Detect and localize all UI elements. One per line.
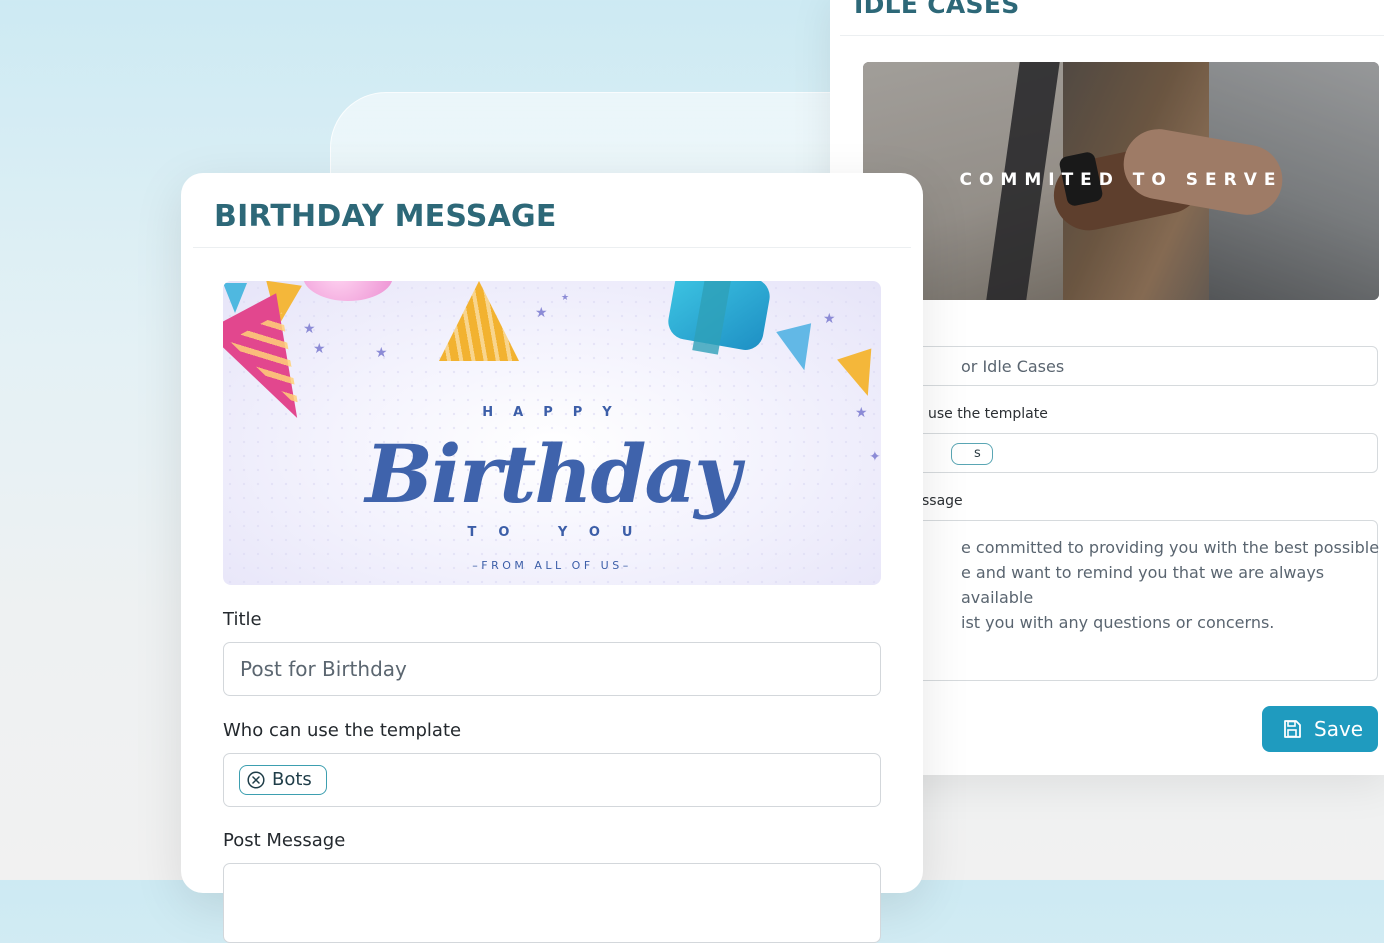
divider <box>840 35 1384 36</box>
banner-from-text: –FROM ALL OF US– <box>472 559 632 572</box>
save-button[interactable]: Save <box>1262 706 1378 752</box>
save-icon <box>1284 720 1301 738</box>
idle-chip[interactable]: s <box>951 443 993 465</box>
post-message-textarea[interactable] <box>223 863 881 943</box>
title-label: Title <box>223 609 262 630</box>
close-circle-icon[interactable] <box>247 771 265 789</box>
title-input[interactable]: Post for Birthday <box>223 642 881 696</box>
bots-chip-label: Bots <box>272 769 312 790</box>
handshake-image: COMMITED TO SERVE <box>863 62 1379 300</box>
post-message-label: Post Message <box>223 830 346 851</box>
idle-message-value: e committed to providing you with the be… <box>961 538 1380 632</box>
idle-who-label: use the template <box>928 406 1048 422</box>
birthday-banner-image: ★ ★ ★ ★ ★ ★ ★ ✦ HAPPY Birthday TO YOU –F… <box>223 281 881 585</box>
idle-who-input[interactable]: s <box>880 433 1378 473</box>
photo-caption: COMMITED TO SERVE <box>959 170 1283 190</box>
banner-birthday-text: Birthday <box>365 427 741 521</box>
divider <box>193 247 911 248</box>
banner-happy-text: HAPPY <box>482 405 632 420</box>
who-can-use-input[interactable]: Bots <box>223 753 881 807</box>
banner-to-you-text: TO YOU <box>467 525 655 540</box>
idle-message-label: ssage <box>922 493 963 509</box>
birthday-message-card: BIRTHDAY MESSAGE ★ ★ ★ ★ ★ ★ ★ ✦ HAPPY B… <box>181 173 923 943</box>
title-input-value: Post for Birthday <box>240 657 407 681</box>
idle-cases-title: IDLE CASES <box>854 0 1020 19</box>
idle-message-textarea[interactable]: e committed to providing you with the be… <box>880 520 1379 681</box>
bots-chip[interactable]: Bots <box>239 765 327 795</box>
idle-title-input[interactable]: or Idle Cases <box>880 346 1378 386</box>
birthday-message-title: BIRTHDAY MESSAGE <box>214 199 557 234</box>
who-can-use-label: Who can use the template <box>223 720 462 741</box>
save-button-label: Save <box>1314 717 1364 741</box>
idle-title-value: or Idle Cases <box>961 357 1065 376</box>
idle-chip-label: s <box>974 446 981 461</box>
